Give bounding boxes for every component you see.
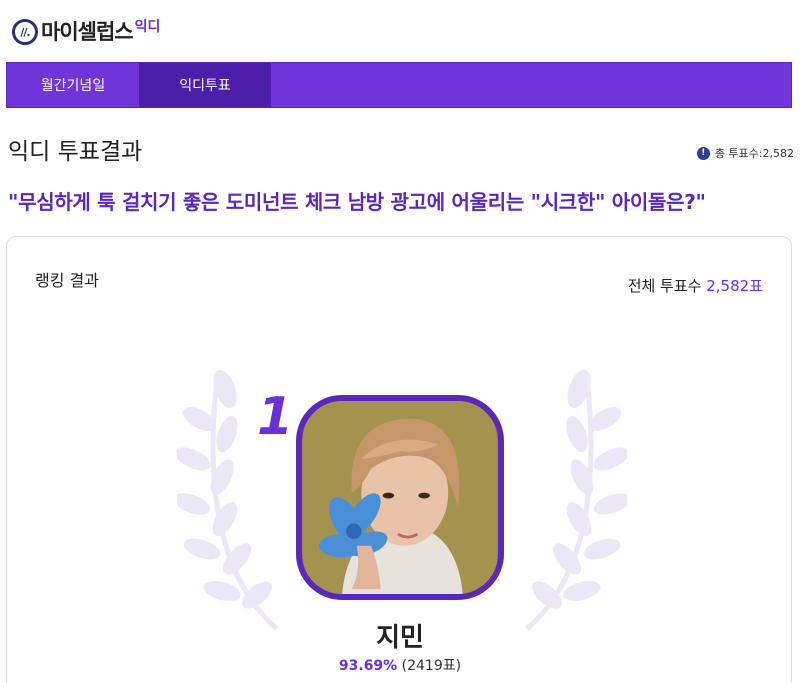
vote-question: "무심하게 툭 걸치기 좋은 도미넌트 체크 남방 광고에 어울리는 "시크한"…	[8, 190, 706, 214]
logo-mark-icon: //.	[12, 19, 38, 45]
info-icon[interactable]: !	[696, 146, 710, 160]
winner-stat: 93.69% (2419표)	[7, 655, 793, 675]
ranking-total: 전체 투표수 2,582표	[628, 275, 763, 296]
page-title: 익디 투표결과	[8, 139, 143, 165]
winner-photo[interactable]	[296, 395, 504, 600]
nav-item-monthly-anniversary[interactable]: 월간기념일	[7, 63, 139, 107]
rank-number: 1	[257, 387, 294, 447]
winner-name: 지민	[376, 623, 424, 653]
logo-name: 마이셀럽스	[41, 20, 134, 44]
laurel-icon	[525, 369, 627, 631]
main-nav: 월간기념일 익디투표	[6, 62, 792, 108]
ranking-card: 랭킹 결과 전체 투표수 2,582표 1 지민 93.69% (2419표)	[6, 236, 792, 683]
ranking-total-label: 전체 투표수	[627, 277, 702, 295]
total-votes-summary: ! 총 투표수:2,582	[696, 145, 794, 161]
logo-sub: 익디	[134, 19, 161, 35]
winner-photo-image	[303, 401, 497, 594]
ranking-title: 랭킹 결과	[35, 271, 99, 290]
winner-percent: 93.69%	[338, 658, 398, 674]
total-votes-text: 총 투표수:2,582	[714, 147, 794, 160]
ranking-total-value: 2,582표	[706, 277, 763, 295]
header: //. 마이셀럽스 익디	[0, 0, 800, 60]
nav-item-vote[interactable]: 익디투표	[139, 63, 271, 107]
site-logo[interactable]: //. 마이셀럽스 익디	[12, 19, 160, 45]
winner-count: (2419표)	[401, 658, 462, 674]
